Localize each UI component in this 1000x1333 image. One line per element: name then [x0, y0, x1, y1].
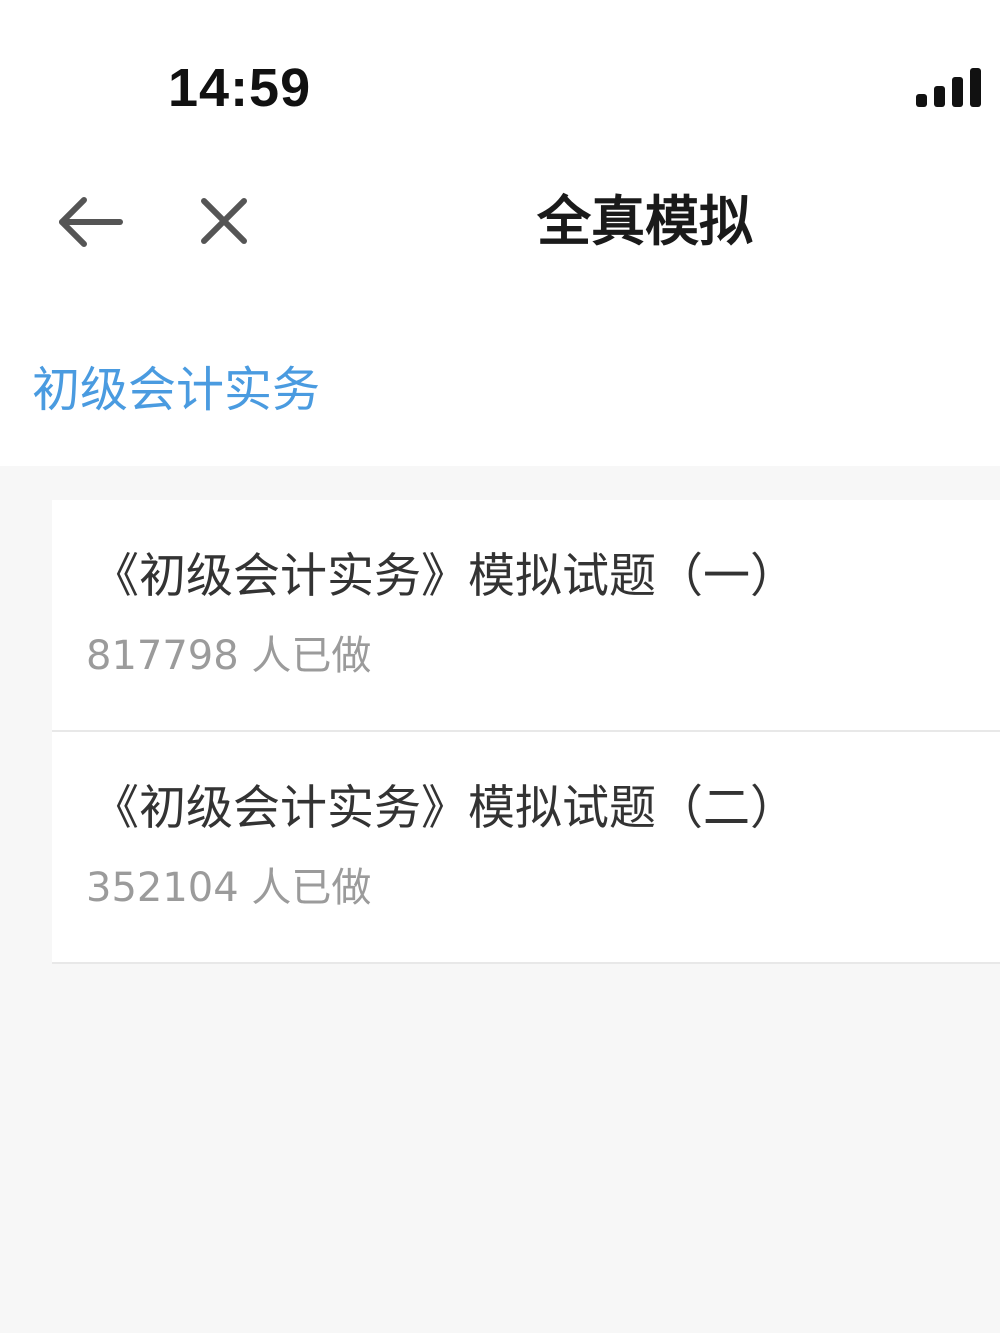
- page-title: 全真模拟: [537, 190, 753, 253]
- back-button[interactable]: [52, 190, 132, 254]
- exam-title: 《初级会计实务》模拟试题（二）: [92, 781, 797, 836]
- cellular-signal-icon: [916, 68, 981, 107]
- participant-suffix: 人已做: [251, 865, 372, 911]
- exam-list: 《初级会计实务》模拟试题（一） 817798 人已做 《初级会计实务》模拟试题（…: [52, 500, 1000, 964]
- exam-participants: 352104 人已做: [86, 856, 371, 920]
- exam-item[interactable]: 《初级会计实务》模拟试题（一） 817798 人已做: [52, 500, 1000, 732]
- participant-count: 352104: [86, 865, 239, 911]
- close-icon: [201, 198, 247, 244]
- exam-participants: 817798 人已做: [86, 624, 371, 688]
- exam-item[interactable]: 《初级会计实务》模拟试题（二） 352104 人已做: [52, 732, 1000, 964]
- participant-count: 817798: [86, 633, 239, 679]
- participant-suffix: 人已做: [251, 633, 372, 679]
- status-time: 14:59: [168, 58, 312, 118]
- category-tab[interactable]: 初级会计实务: [32, 356, 320, 424]
- close-button[interactable]: [190, 188, 260, 256]
- exam-title: 《初级会计实务》模拟试题（一）: [92, 549, 797, 604]
- header-area: 14:59 全真模拟 初级会计实务: [0, 0, 1000, 466]
- arrow-left-icon: [59, 197, 123, 247]
